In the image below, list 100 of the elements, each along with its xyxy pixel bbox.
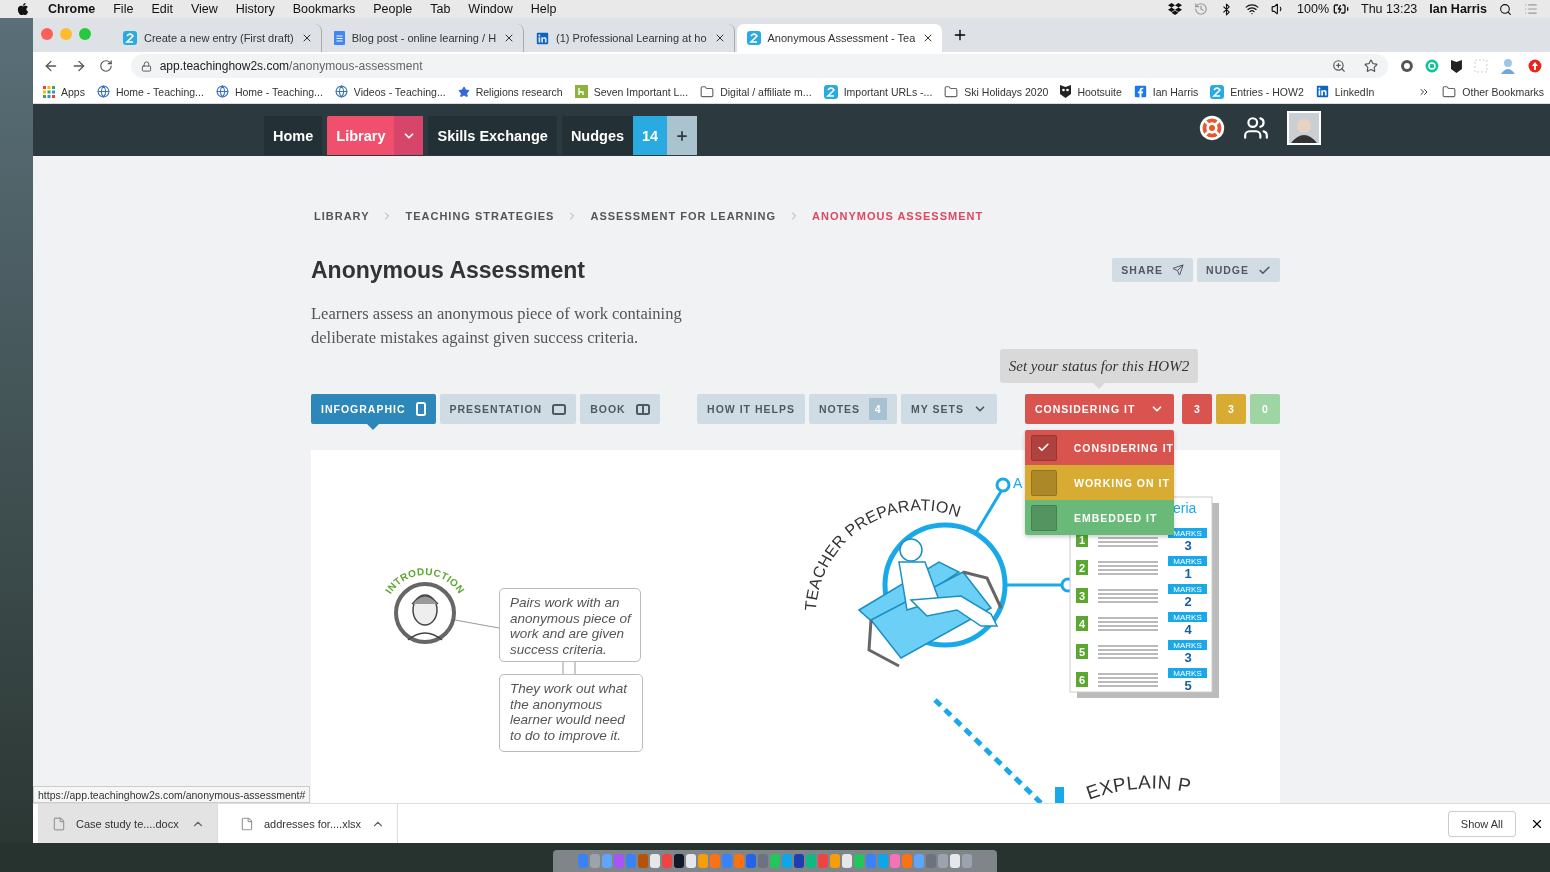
browser-tab[interactable]: Blog post - online learning / H xyxy=(323,24,525,52)
marks-value: 5 xyxy=(1184,678,1192,693)
battery-icon[interactable] xyxy=(1333,1,1350,17)
criterion-number: 2 xyxy=(1076,560,1088,575)
nudge-count: 14 xyxy=(633,116,668,155)
criterion-number: 3 xyxy=(1076,588,1088,603)
stage-marker xyxy=(1055,787,1064,803)
search-icon[interactable] xyxy=(1499,2,1512,16)
wifi-icon[interactable] xyxy=(1245,2,1260,16)
nav-item[interactable]: Nudges xyxy=(561,116,634,155)
view-tab[interactable]: BOOK xyxy=(580,394,660,424)
marker-label: A xyxy=(1013,475,1023,491)
bookmark[interactable]: Home - Teaching... xyxy=(215,85,323,98)
bookmark-star-icon[interactable] xyxy=(1363,59,1378,73)
users-icon[interactable] xyxy=(1243,114,1269,141)
bookmark[interactable]: Hootsuite xyxy=(1060,85,1122,98)
app-icon[interactable] xyxy=(950,854,960,868)
bookmark[interactable]: Seven Important L... xyxy=(574,85,689,98)
user-menu[interactable]: Ian Harris xyxy=(1429,2,1487,16)
nav-item[interactable]: Home xyxy=(264,116,323,155)
app-icon[interactable] xyxy=(650,854,660,868)
bookmark[interactable]: Ski Holidays 2020 xyxy=(944,84,1049,99)
bookmark[interactable]: Important URLs -... xyxy=(823,84,933,99)
bookmark[interactable]: Ian Harris xyxy=(1133,85,1199,98)
menu-item[interactable]: History xyxy=(235,2,275,16)
menu-item[interactable]: Window xyxy=(468,2,513,16)
bookmark[interactable]: Digital / affiliate m... xyxy=(700,84,812,99)
view-tab[interactable]: PRESENTATION xyxy=(439,394,577,424)
breadcrumb[interactable]: TEACHING STRATEGIES xyxy=(405,210,555,222)
zoom-icon[interactable] xyxy=(1331,59,1346,73)
breadcrumb[interactable]: ANONYMOUS ASSESSMENT xyxy=(812,210,984,222)
facebook-icon xyxy=(1133,85,1147,98)
time-machine-icon[interactable] xyxy=(1194,2,1209,16)
close-window-button[interactable] xyxy=(41,28,53,40)
how-it-helps-button[interactable]: HOW IT HELPS xyxy=(697,394,805,424)
app-icon[interactable] xyxy=(674,854,684,868)
apple-menu-icon[interactable] xyxy=(16,2,30,16)
breadcrumb[interactable]: ASSESSMENT FOR LEARNING xyxy=(590,210,777,222)
bookmark[interactable]: Apps xyxy=(43,85,85,98)
app-icon[interactable] xyxy=(686,854,696,868)
status-checkbox[interactable] xyxy=(1031,434,1057,461)
marks-value: 3 xyxy=(1184,650,1192,665)
back-icon[interactable] xyxy=(43,58,59,74)
description: Learners assess an anonymous piece of work containing deliberate mistakes against given success criteria. xyxy=(311,303,683,349)
marks-label: MARKS xyxy=(1168,528,1207,538)
share-button[interactable]: SHARE xyxy=(1112,258,1194,282)
bookmark[interactable]: LinkedIn xyxy=(1315,85,1375,98)
how2-icon xyxy=(746,31,761,45)
add-nudge-button[interactable] xyxy=(667,116,698,155)
browser-tab[interactable]: Create a new entry (First draft) xyxy=(113,24,322,52)
minimize-window-button[interactable] xyxy=(60,28,72,40)
help-icon[interactable] xyxy=(1199,114,1225,141)
marks-label: MARKS xyxy=(1168,640,1207,650)
download-item[interactable]: Case study te....docx xyxy=(38,804,218,843)
status-checkbox[interactable] xyxy=(1031,504,1057,531)
bookmark[interactable]: Entries - HOW2 xyxy=(1210,84,1304,99)
status-count: 3 xyxy=(1216,394,1246,424)
reload-icon[interactable] xyxy=(98,59,113,73)
menu-item[interactable]: Bookmarks xyxy=(292,2,356,16)
app-menu[interactable]: Chrome xyxy=(48,2,96,16)
status-count: 3 xyxy=(1182,394,1212,424)
avatar[interactable] xyxy=(1287,110,1321,145)
menu-item[interactable]: People xyxy=(373,2,413,16)
address-bar[interactable]: app.teachinghow2s.com/anonymous-assessment xyxy=(130,54,1388,78)
apps-icon xyxy=(43,85,55,98)
how2-icon xyxy=(123,31,137,45)
extension-icon[interactable] xyxy=(1399,59,1414,73)
other-bookmarks[interactable]: Other Bookmarks xyxy=(1442,84,1544,99)
folder-icon xyxy=(1442,84,1457,99)
clock[interactable]: Thu 13:23 xyxy=(1361,2,1418,16)
my-sets-button[interactable]: MY SETS xyxy=(901,394,997,424)
status-checkbox[interactable] xyxy=(1031,469,1057,496)
status-option[interactable]: CONSIDERING IT xyxy=(1025,430,1174,465)
globe-icon xyxy=(215,85,229,98)
notes-button[interactable]: NOTES 4 xyxy=(808,394,898,424)
browser-tab[interactable]: Anonymous Assessment - Tea xyxy=(736,24,943,52)
breadcrumb[interactable]: LIBRARY xyxy=(314,210,370,222)
marks-label: MARKS xyxy=(1168,668,1207,678)
extension-icon[interactable] xyxy=(1528,59,1542,73)
zoom-window-button[interactable] xyxy=(79,28,91,40)
menu-item[interactable]: View xyxy=(190,2,218,16)
marks-value: 2 xyxy=(1184,594,1192,609)
status-dropdown[interactable]: CONSIDERING IT xyxy=(1025,394,1174,424)
profile-icon[interactable] xyxy=(1500,58,1517,74)
browser-tab[interactable]: (1) Professional Learning at ho xyxy=(526,24,735,52)
dropbox-icon[interactable] xyxy=(1168,2,1183,16)
app-icon[interactable] xyxy=(842,854,852,868)
show-all-button[interactable]: Show All xyxy=(1447,810,1516,837)
nav-item[interactable]: Skills Exchange xyxy=(428,116,557,155)
notification-list-icon[interactable] xyxy=(1524,2,1538,16)
menu-item[interactable]: Tab xyxy=(430,2,451,16)
nudge-button[interactable]: NUDGE xyxy=(1197,258,1280,282)
bookmark[interactable]: Home - Teaching... xyxy=(96,85,204,98)
bookmark[interactable]: Videos - Teaching... xyxy=(334,85,446,98)
menu-item[interactable]: File xyxy=(113,2,134,16)
menu-item[interactable]: Help xyxy=(530,2,557,16)
star-icon xyxy=(457,85,470,98)
menu-item[interactable]: Edit xyxy=(151,2,173,16)
bookmark[interactable]: Religions research xyxy=(457,85,563,98)
app-icon[interactable] xyxy=(794,854,804,868)
